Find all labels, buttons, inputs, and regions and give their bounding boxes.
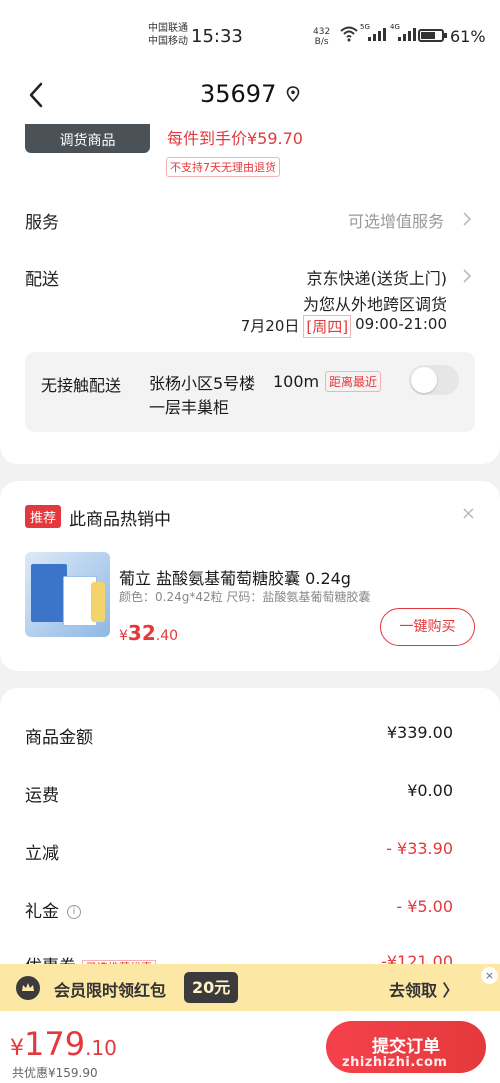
pickup-address: 张杨小区5号楼一层丰巢柜 [149, 374, 256, 417]
member-promo-bar[interactable]: 会员限时领红包 20元 去领取 〉 × [0, 964, 500, 1011]
network-speed-value: 432 [313, 27, 331, 37]
wifi-icon [340, 26, 358, 42]
battery-percent: 61% [450, 27, 486, 46]
delivery-note: 为您从外地跨区调货 [302, 295, 447, 314]
product-name[interactable]: 葡立 盐酸氨基葡萄糖胶囊 0.24g [119, 565, 351, 589]
signal-2-icon: 4G [390, 23, 416, 41]
thumbnail-label: 调货商品 [59, 133, 116, 149]
page-title: 35697 [200, 80, 277, 108]
fee-row-subtotal: 商品金额 ¥339.00 [25, 723, 453, 748]
price-symbol: ¥ [119, 628, 128, 644]
fee-label: 立减 [25, 844, 59, 864]
delivery-weekday: [周四] [303, 315, 352, 338]
product-image[interactable] [25, 552, 110, 637]
product-thumbnail[interactable]: 调货商品 [25, 124, 150, 153]
fee-value: - ¥5.00 [396, 897, 453, 916]
network-speed: 432 B/s [313, 27, 330, 47]
delivery-method[interactable]: 京东快递(送货上门) [307, 265, 448, 289]
header: 35697 [0, 68, 500, 124]
fee-row-shipping: 运费 ¥0.00 [25, 781, 453, 806]
fee-row-gift: 礼金 i - ¥5.00 [25, 897, 453, 922]
recommend-card: 推荐 此商品热销中 × 葡立 盐酸氨基葡萄糖胶囊 0.24g 颜色：0.24g*… [0, 481, 500, 671]
product-price: ¥32.40 [119, 621, 178, 645]
delivery-label: 配送 [25, 270, 59, 290]
carrier-names: 中国联通 中国移动 [148, 22, 188, 48]
battery-icon [418, 29, 447, 42]
price-decimal: .40 [155, 628, 179, 644]
service-label: 服务 [25, 213, 59, 233]
fee-value: ¥0.00 [407, 781, 453, 800]
back-arrow-icon[interactable] [22, 78, 52, 112]
contactless-delivery-box: 无接触配送 张杨小区5号楼一层丰巢柜 100m 距离最近 [25, 352, 475, 432]
chevron-right-icon[interactable] [462, 268, 472, 284]
one-click-buy-button[interactable]: 一键购买 [380, 608, 475, 646]
nearest-badge: 距离最近 [325, 371, 382, 392]
title-area[interactable]: 35697 [200, 80, 300, 108]
chevron-right-icon[interactable] [462, 211, 472, 227]
fee-row-discount: 立减 - ¥33.90 [25, 839, 453, 864]
watermark-text: zhizhizhi.com [342, 1055, 448, 1070]
signal-1-label: 5G [360, 23, 370, 31]
delivery-time: 7月20日 [周四] 09:00-21:00 [241, 315, 447, 338]
recommend-title: 此商品热销中 [69, 510, 171, 530]
order-info-card: 调货商品 每件到手价¥59.70 不支持7天无理由退货 服务 可选增值服务 配送… [0, 124, 500, 464]
promo-amount: 20元 [184, 972, 239, 1003]
no-return-badge: 不支持7天无理由退货 [166, 157, 280, 177]
contactless-toggle[interactable] [409, 365, 459, 395]
fee-value: ¥339.00 [386, 723, 453, 742]
total-decimal: .10 [85, 1036, 117, 1060]
close-icon[interactable]: × [481, 967, 498, 984]
crown-icon [16, 976, 40, 1000]
service-value[interactable]: 可选增值服务 [348, 208, 444, 232]
close-icon[interactable]: × [461, 503, 476, 524]
location-pin-icon [287, 86, 300, 102]
total-symbol: ¥ [10, 1036, 24, 1061]
price-breakdown-card: 商品金额 ¥339.00 运费 ¥0.00 立减 - ¥33.90 礼金 i - … [0, 688, 500, 1008]
claim-button[interactable]: 去领取 〉 [389, 977, 459, 1001]
recommend-badge: 推荐 [25, 505, 62, 528]
fee-label: 商品金额 [25, 728, 93, 748]
carrier-2: 中国移动 [148, 36, 188, 47]
promo-text: 会员限时领红包 [54, 981, 167, 1000]
total-integer: 179 [24, 1025, 86, 1063]
info-icon[interactable]: i [67, 905, 81, 919]
delivery-date: 7月20日 [240, 317, 300, 335]
status-bar: 中国联通 中国移动 15:33 432 B/s 5G 4G 61% [0, 0, 500, 68]
carrier-1: 中国联通 [148, 23, 188, 34]
fee-label: 礼金 [25, 902, 59, 922]
signal-2-label: 4G [390, 23, 400, 31]
contactless-label: 无接触配送 [41, 376, 122, 395]
checkout-bar: ¥179.10 共优惠¥159.90 提交订单 [0, 1011, 500, 1083]
network-speed-unit: B/s [314, 37, 329, 47]
signal-1-icon: 5G [360, 23, 386, 41]
fee-label: 运费 [25, 786, 59, 806]
product-spec: 颜色：0.24g*42粒 尺码：盐酸氨基葡萄糖胶囊 [119, 590, 371, 604]
status-time: 15:33 [191, 26, 243, 47]
order-total: ¥179.10 [10, 1025, 117, 1063]
price-per-item: 每件到手价¥59.70 [167, 129, 303, 148]
total-saved: 共优惠¥159.90 [12, 1066, 98, 1080]
price-integer: 32 [127, 621, 156, 645]
pickup-distance: 100m [273, 372, 320, 391]
fee-value: - ¥33.90 [386, 839, 453, 858]
delivery-time-range: 09:00-21:00 [355, 315, 447, 333]
